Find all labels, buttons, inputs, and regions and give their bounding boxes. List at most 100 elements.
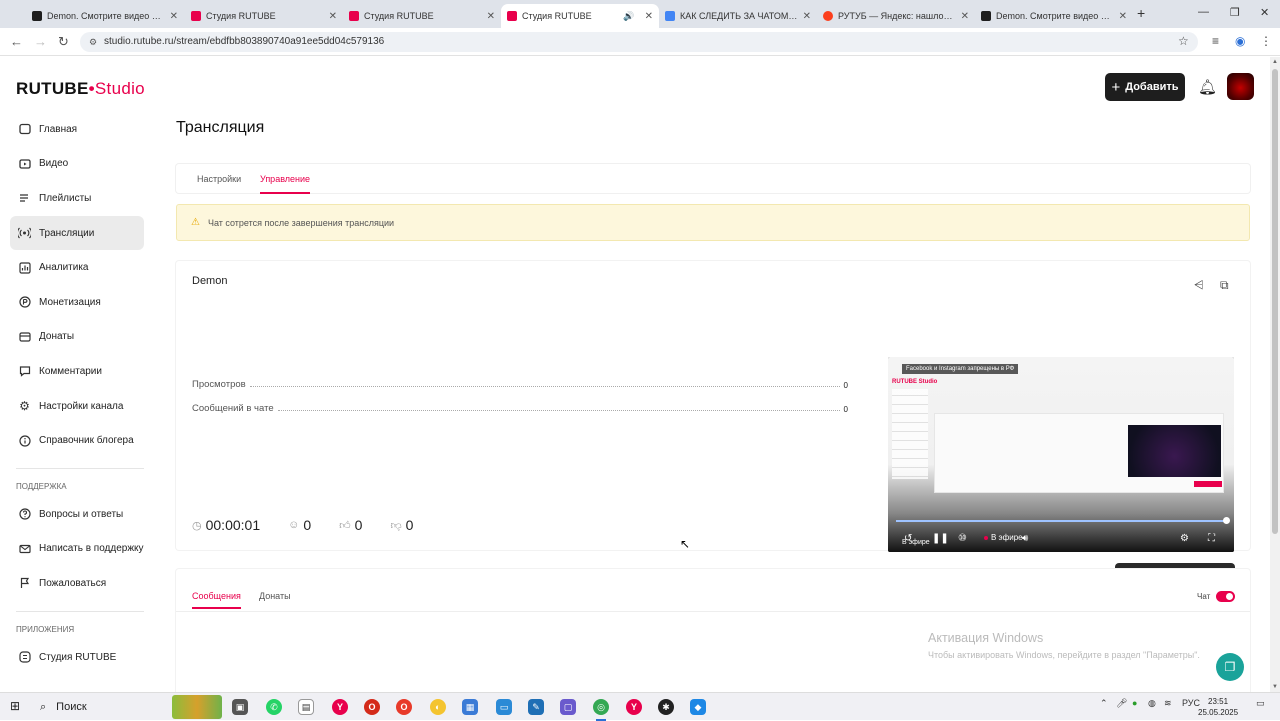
app-icon[interactable]: ▢ <box>560 699 576 715</box>
sidebar-item-donates[interactable]: Донаты <box>10 320 144 355</box>
file-icon[interactable]: ▤ <box>298 699 314 715</box>
opera-gx-icon[interactable]: O <box>396 699 412 715</box>
duration-counter: ◷ 00:00:01 <box>192 517 261 533</box>
notifications-icon[interactable]: ▭ <box>1256 698 1265 709</box>
page-scrollbar[interactable]: ▲ ▼ <box>1270 57 1280 692</box>
opera-icon[interactable]: O <box>364 699 380 715</box>
browser-tab-bar: Demon. Смотрите видео онла ✕ Студия RUTU… <box>0 0 1280 28</box>
app-icon[interactable]: ▦ <box>462 699 478 715</box>
task-view-icon[interactable]: ▣ <box>232 699 248 715</box>
close-tab-icon[interactable]: ✕ <box>641 11 653 22</box>
app-icon[interactable]: ◆ <box>690 699 706 715</box>
close-tab-icon[interactable]: ✕ <box>166 11 178 22</box>
scroll-up-icon[interactable]: ▲ <box>1272 59 1278 65</box>
stream-preview-player[interactable]: RUTUBE Studio Facebook и Instagram запре… <box>888 357 1234 552</box>
minimize-icon[interactable]: — <box>1198 6 1209 18</box>
yandex-favicon-icon <box>823 11 833 21</box>
windows-start-icon[interactable]: ⊞ <box>10 699 20 713</box>
tab-messages[interactable]: Сообщения <box>192 591 241 609</box>
open-external-icon[interactable]: ⧉ <box>1220 278 1229 293</box>
stat-views: Просмотров 0 <box>192 379 848 390</box>
stream-card: Demon ⩤ ⧉ Просмотров 0 Сообщений в чате … <box>176 261 1250 591</box>
search-highlight-image[interactable] <box>172 695 222 719</box>
app-icon[interactable]: ✱ <box>658 699 674 715</box>
sidebar-item-comments[interactable]: Комментарии <box>10 354 144 389</box>
browser-tab[interactable]: Студия RUTUBE ✕ <box>343 4 501 28</box>
browser-tab[interactable]: Студия RUTUBE ✕ <box>185 4 343 28</box>
scrollbar-thumb[interactable] <box>1272 69 1278 534</box>
sidebar-item-analytics[interactable]: Аналитика <box>10 250 144 285</box>
tab-settings[interactable]: Настройки <box>197 174 241 184</box>
new-tab-icon[interactable]: + <box>1137 5 1145 21</box>
sidebar-item-write-support[interactable]: Написать в поддержку <box>10 532 144 567</box>
pause-icon[interactable]: ❚❚ <box>932 533 949 544</box>
tray-expand-icon[interactable]: ⌃ <box>1100 698 1108 709</box>
player-progress-bar[interactable] <box>896 520 1226 522</box>
close-tab-icon[interactable]: ✕ <box>957 11 969 22</box>
reading-list-icon[interactable]: ≡ <box>1212 34 1219 48</box>
reload-icon[interactable]: ↻ <box>58 34 69 50</box>
app-icon[interactable]: ▭ <box>496 699 512 715</box>
taskbar-search[interactable]: ⌕ Поиск <box>32 693 166 721</box>
tray-app-icon[interactable]: ● <box>1132 698 1137 708</box>
player-progress-knob[interactable] <box>1223 517 1230 524</box>
site-info-icon[interactable]: ⚙ <box>89 32 97 52</box>
speaker-icon[interactable]: 🔊 <box>623 11 634 22</box>
wifi-icon[interactable]: ≋ <box>1164 698 1172 709</box>
browser-menu-icon[interactable]: ⋮ <box>1260 34 1272 48</box>
sidebar-item-home[interactable]: Главная <box>10 112 144 147</box>
whatsapp-icon[interactable]: ✆ <box>266 699 282 715</box>
yandex-browser-icon[interactable]: Y <box>332 699 348 715</box>
profile-icon[interactable]: ◉ <box>1235 34 1245 48</box>
share-icon[interactable]: ⩤ <box>1194 278 1204 293</box>
avatar[interactable] <box>1227 73 1254 100</box>
sidebar-item-monetization[interactable]: Монетизация <box>10 285 144 320</box>
sidebar-item-faq[interactable]: Вопросы и ответы <box>10 497 144 532</box>
url-field[interactable]: ⚙ studio.rutube.ru/stream/ebdfbb80389074… <box>80 32 1198 52</box>
bookmark-star-icon[interactable]: ☆ <box>1178 34 1189 48</box>
scroll-down-icon[interactable]: ▼ <box>1272 684 1278 690</box>
sidebar-item-blogger-guide[interactable]: Справочник блогера <box>10 423 144 458</box>
mic-icon[interactable]: 🎤︎ <box>1116 698 1127 709</box>
browser-tab-active[interactable]: Студия RUTUBE 🔊 ✕ <box>501 4 659 28</box>
notifications-bell-icon[interactable]: 🔔︎ <box>1198 78 1217 96</box>
sidebar-item-playlists[interactable]: Плейлисты <box>10 181 144 216</box>
tab-donates[interactable]: Донаты <box>259 591 291 601</box>
player-settings-icon[interactable]: ⚙ <box>1180 533 1189 544</box>
sidebar-item-broadcasts[interactable]: Трансляции <box>10 215 144 251</box>
restore-icon[interactable]: ❐ <box>1230 6 1240 19</box>
tray-app-icon[interactable]: ◍ <box>1148 698 1156 709</box>
analytics-icon <box>18 261 31 274</box>
browser-tab[interactable]: КАК СЛЕДИТЬ ЗА ЧАТОМ ВО ✕ <box>659 4 817 28</box>
skip-back-10-icon[interactable]: ⑩ <box>958 533 967 544</box>
app-icon[interactable]: ✎ <box>528 699 544 715</box>
sidebar-item-complain[interactable]: Пожаловаться <box>10 566 144 601</box>
app-icon[interactable]: ◐ <box>430 699 446 715</box>
forward-icon[interactable]: → <box>34 34 47 49</box>
close-tab-icon[interactable]: ✕ <box>325 11 337 22</box>
browser-tab[interactable]: Demon. Смотрите видео онла ✕ <box>26 4 184 28</box>
sidebar-section-apps: ПРИЛОЖЕНИЯ <box>16 624 75 634</box>
close-window-icon[interactable]: ✕ <box>1260 6 1269 19</box>
support-chat-button[interactable]: ❐ <box>1216 653 1244 681</box>
close-tab-icon[interactable]: ✕ <box>799 11 811 22</box>
taskbar-clock[interactable]: 23:51 25.05.2025 <box>1198 696 1238 718</box>
sidebar-item-studio-app[interactable]: Студия RUTUBE <box>10 640 144 675</box>
fullscreen-icon[interactable]: ⛶ <box>1208 533 1215 544</box>
chat-toggle[interactable] <box>1216 591 1235 602</box>
browser-tab[interactable]: РУТУБ — Яндекс: нашлось 3 ✕ <box>817 4 975 28</box>
sidebar-item-video[interactable]: Видео <box>10 147 144 182</box>
rutube-studio-logo[interactable]: RUTUBE•Studio <box>16 79 145 99</box>
yandex-icon[interactable]: Y <box>626 699 642 715</box>
chrome-icon[interactable]: ◎ <box>593 699 609 721</box>
close-tab-icon[interactable]: ✕ <box>1115 11 1127 22</box>
browser-tab[interactable]: Demon. Смотрите видео онла ✕ <box>975 4 1133 28</box>
add-button[interactable]: + Добавить <box>1105 73 1185 101</box>
volume-icon[interactable]: 🔊︎ <box>1022 533 1028 544</box>
monetization-icon <box>18 296 31 309</box>
tab-management[interactable]: Управление <box>260 174 311 194</box>
sidebar-item-channel-settings[interactable]: ⚙ Настройки канала <box>10 389 144 424</box>
thumbs-up-icon: 👍︎ <box>339 519 351 532</box>
close-tab-icon[interactable]: ✕ <box>483 11 495 22</box>
back-icon[interactable]: ← <box>10 34 23 49</box>
